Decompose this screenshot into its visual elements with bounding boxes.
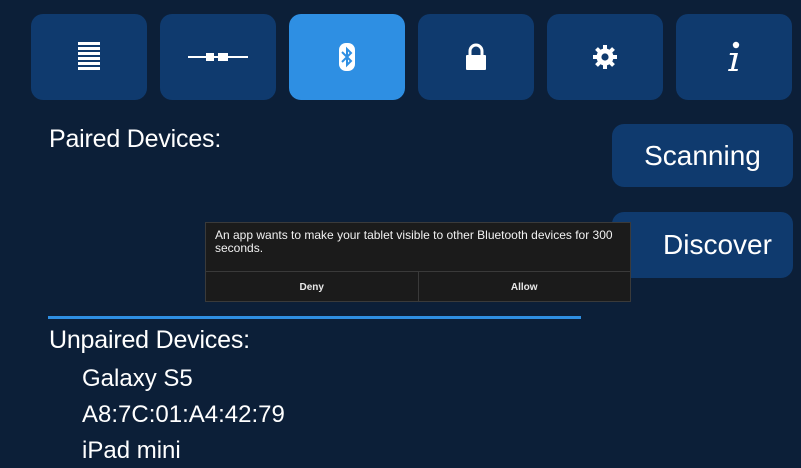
- tab-list[interactable]: [31, 14, 147, 100]
- tab-info[interactable]: [676, 14, 792, 100]
- lock-icon: [465, 43, 487, 71]
- info-icon: [726, 41, 742, 73]
- list-item[interactable]: iPad mini: [82, 437, 181, 465]
- tab-settings[interactable]: [547, 14, 663, 100]
- connection-icon: [188, 50, 248, 64]
- bluetooth-icon: [339, 43, 355, 71]
- tab-bar: [31, 14, 793, 100]
- tab-connection[interactable]: [160, 14, 276, 100]
- dialog-buttons: Deny Allow: [206, 271, 630, 302]
- unpaired-devices-label: Unpaired Devices:: [49, 326, 250, 354]
- scanning-button[interactable]: Scanning: [612, 124, 793, 187]
- section-divider: [48, 316, 581, 319]
- list-icon: [78, 42, 100, 72]
- tab-bluetooth[interactable]: [289, 14, 405, 100]
- deny-button[interactable]: Deny: [206, 272, 418, 302]
- discover-button[interactable]: Discover: [612, 212, 793, 278]
- discover-button-label: Discover: [663, 229, 772, 260]
- paired-devices-label: Paired Devices:: [49, 125, 222, 153]
- list-item[interactable]: Galaxy S5: [82, 365, 193, 393]
- list-item[interactable]: A8:7C:01:A4:42:79: [82, 401, 285, 429]
- allow-button[interactable]: Allow: [417, 272, 631, 302]
- visibility-dialog: An app wants to make your tablet visible…: [205, 222, 631, 302]
- dialog-message: An app wants to make your tablet visible…: [215, 228, 613, 255]
- tab-security[interactable]: [418, 14, 534, 100]
- gear-icon: [593, 45, 617, 69]
